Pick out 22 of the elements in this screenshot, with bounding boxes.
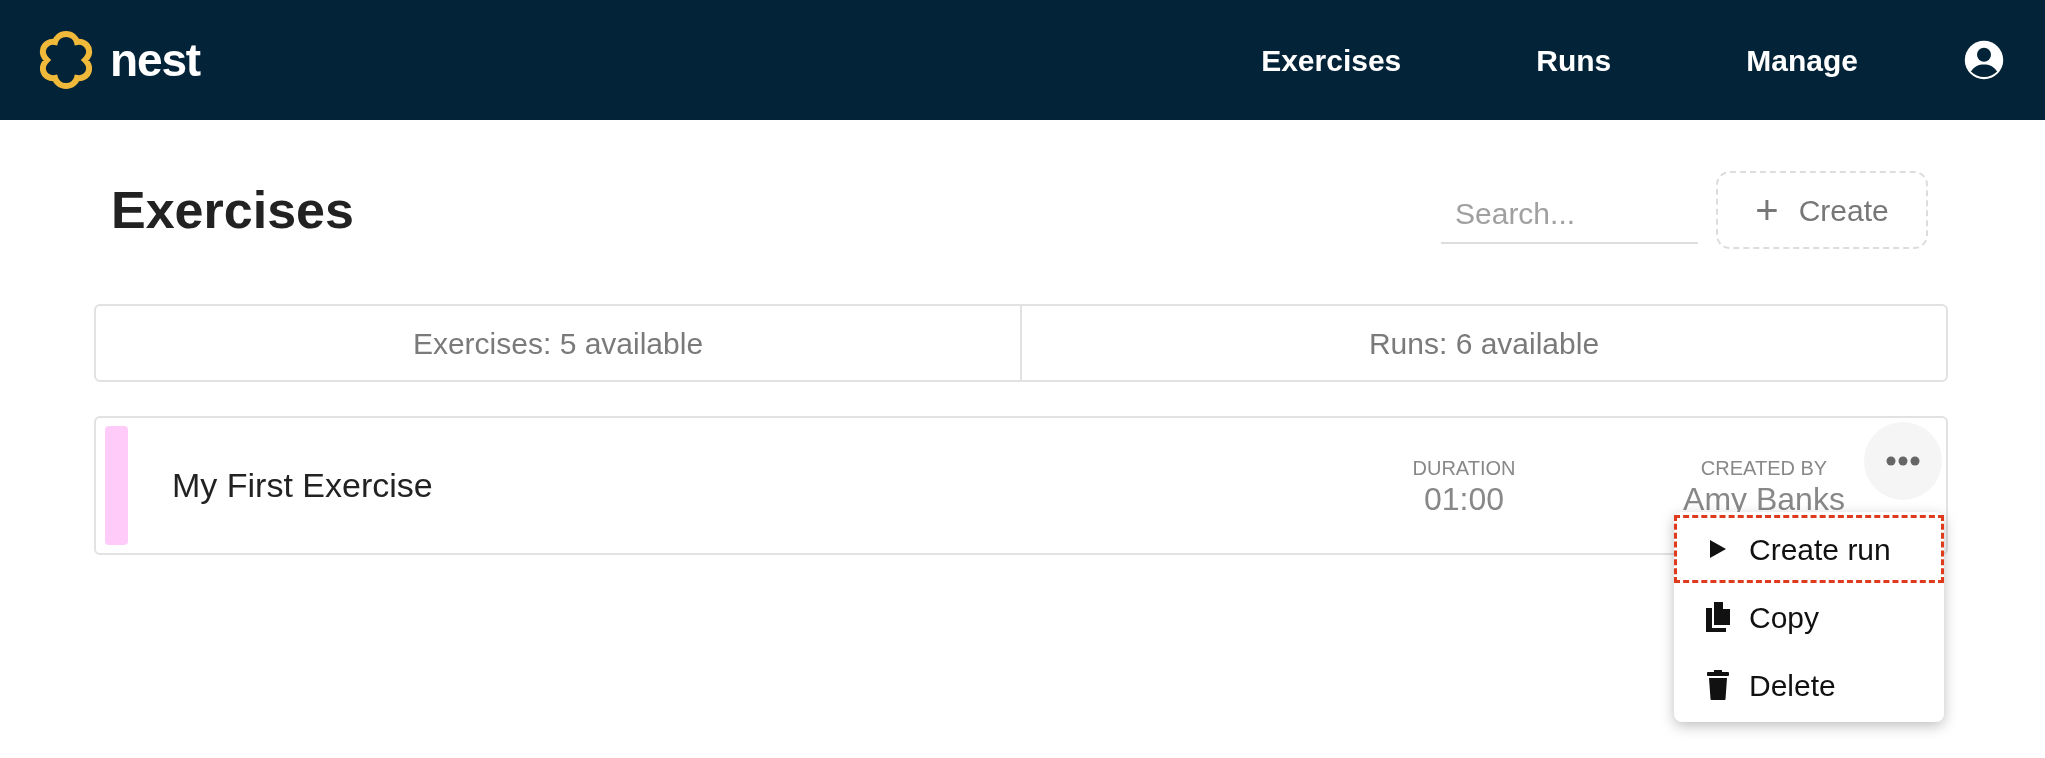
column-value: 01:00 — [1423, 481, 1505, 516]
search-field[interactable]: Search... — [1441, 186, 1698, 244]
menu-item[interactable]: Create run — [1674, 515, 1944, 583]
trash-icon — [1707, 670, 1729, 700]
nav-link[interactable]: Exercises — [1261, 37, 1402, 83]
column-value: Amy Banks — [1683, 481, 1845, 516]
stat-text: Runs: 6 available — [1368, 325, 1600, 362]
stat-text: Exercises: 5 available — [412, 325, 704, 362]
nav-link[interactable]: Runs — [1536, 37, 1612, 83]
page-title: Exercises — [111, 180, 354, 241]
exercise-name: My First Exercise — [172, 465, 433, 506]
menu-item[interactable]: Delete — [1674, 651, 1944, 719]
nav-link[interactable]: Manage — [1746, 37, 1858, 83]
more-icon — [1886, 456, 1920, 466]
column-label: DURATION — [1412, 455, 1516, 480]
user-account-icon[interactable] — [1963, 39, 2005, 81]
menu-item[interactable]: Copy — [1674, 583, 1944, 651]
copy-icon — [1706, 602, 1730, 632]
create-button[interactable]: + Create — [1716, 171, 1928, 249]
play-icon — [1709, 539, 1727, 559]
brand-name: nest — [110, 37, 200, 83]
column-label: CREATED BY — [1700, 455, 1828, 480]
